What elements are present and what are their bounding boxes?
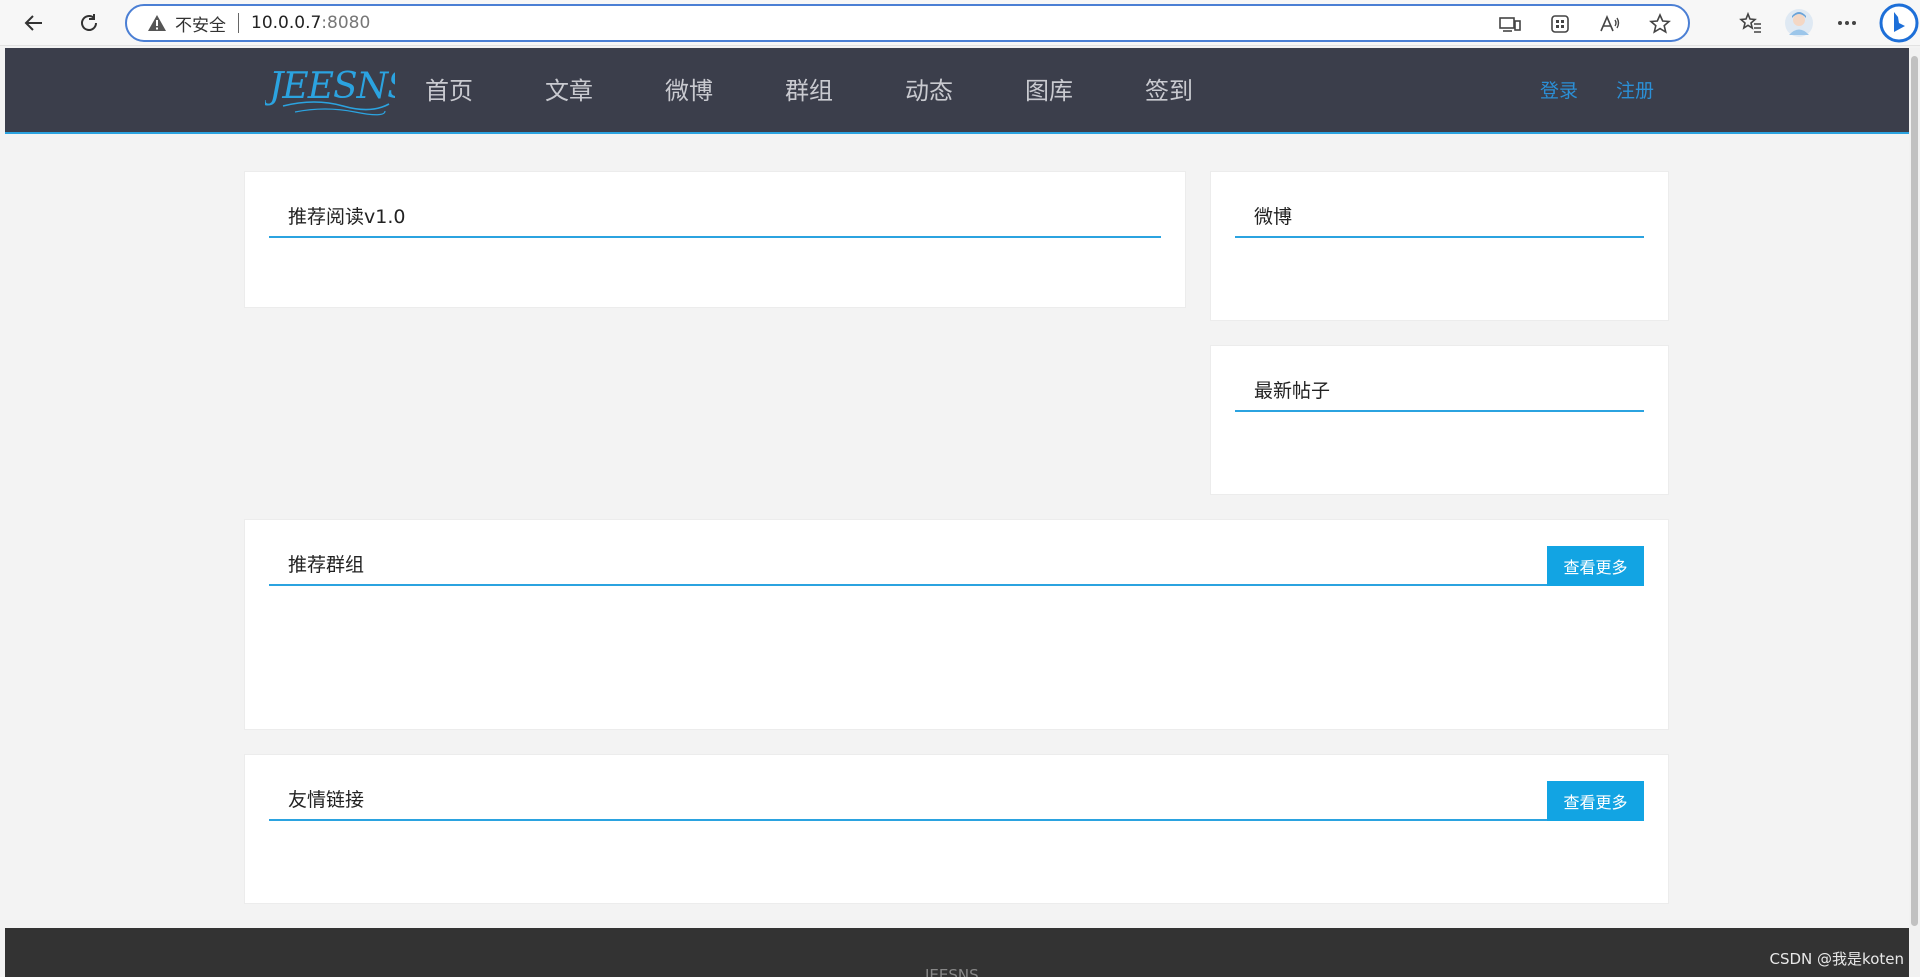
nav-item-activity[interactable]: 动态 xyxy=(905,48,1025,134)
svg-text:JEESNS: JEESNS xyxy=(265,66,395,107)
nav-item-articles[interactable]: 文章 xyxy=(545,48,665,134)
footer-text: JEESNS xyxy=(925,966,979,977)
panel-title: 微博 xyxy=(1254,206,1293,228)
more-menu-icon[interactable] xyxy=(1830,6,1864,40)
latest-posts-panel: 最新帖子 xyxy=(1210,345,1669,495)
auth-links: 登录 注册 xyxy=(1540,48,1654,134)
panel-header: 最新帖子 xyxy=(1235,364,1644,412)
back-arrow-icon xyxy=(24,15,42,31)
panel-title: 友情链接 xyxy=(288,789,365,811)
view-more-groups-button[interactable]: 查看更多 xyxy=(1547,546,1644,586)
read-aloud-icon[interactable] xyxy=(1594,11,1626,37)
register-link[interactable]: 注册 xyxy=(1616,48,1654,134)
browser-right-actions xyxy=(1734,3,1920,43)
favorites-icon[interactable] xyxy=(1734,6,1768,40)
panel-title: 推荐群组 xyxy=(288,554,365,576)
watermark: CSDN @我是koten xyxy=(1769,950,1904,968)
address-bar[interactable]: 不安全 10.0.0.7 :8080 xyxy=(125,4,1690,42)
refresh-icon xyxy=(81,14,97,31)
friend-links-panel: 友情链接 查看更多 xyxy=(244,754,1669,904)
security-label[interactable]: 不安全 xyxy=(175,11,226,36)
view-more-links-button[interactable]: 查看更多 xyxy=(1547,781,1644,821)
nav-item-home[interactable]: 首页 xyxy=(425,48,545,134)
panel-title: 推荐阅读v1.0 xyxy=(288,206,406,228)
recommended-groups-panel: 推荐群组 查看更多 xyxy=(244,519,1669,730)
main-nav: 首页 文章 微博 群组 动态 图库 签到 xyxy=(425,48,1265,134)
url-host: 10.0.0.7 xyxy=(251,13,322,33)
panel-title: 最新帖子 xyxy=(1254,380,1331,402)
recommended-reading-panel: 推荐阅读v1.0 xyxy=(244,171,1186,308)
nav-item-gallery[interactable]: 图库 xyxy=(1025,48,1145,134)
scroll-thumb[interactable] xyxy=(1911,56,1918,926)
site-footer: JEESNS xyxy=(5,928,1909,977)
site-header: JEESNS 首页 文章 微博 群组 动态 图库 签到 登录 注册 xyxy=(5,48,1909,134)
weibo-panel: 微博 xyxy=(1210,171,1669,321)
warning-icon[interactable] xyxy=(147,14,167,32)
login-link[interactable]: 登录 xyxy=(1540,48,1578,134)
device-cast-icon[interactable] xyxy=(1494,11,1526,37)
back-button[interactable] xyxy=(17,6,51,40)
url-port: :8080 xyxy=(321,13,371,33)
panel-header: 友情链接 查看更多 xyxy=(269,773,1644,821)
nav-item-weibo[interactable]: 微博 xyxy=(665,48,785,134)
address-bar-actions xyxy=(1494,11,1676,37)
favorite-star-icon[interactable] xyxy=(1644,11,1676,37)
nav-item-groups[interactable]: 群组 xyxy=(785,48,905,134)
nav-item-checkin[interactable]: 签到 xyxy=(1145,48,1265,134)
panel-header: 微博 xyxy=(1235,190,1644,238)
browser-toolbar: 不安全 10.0.0.7 :8080 xyxy=(0,0,1920,46)
address-separator xyxy=(238,13,239,33)
profile-avatar-icon[interactable] xyxy=(1782,6,1816,40)
panel-header: 推荐阅读v1.0 xyxy=(269,190,1161,238)
apps-grid-icon[interactable] xyxy=(1544,11,1576,37)
panel-header: 推荐群组 查看更多 xyxy=(269,538,1644,586)
bing-copilot-icon[interactable] xyxy=(1878,3,1920,43)
refresh-button[interactable] xyxy=(72,6,106,40)
site-logo[interactable]: JEESNS xyxy=(262,62,412,118)
page-scrollbar[interactable] xyxy=(1909,48,1920,977)
